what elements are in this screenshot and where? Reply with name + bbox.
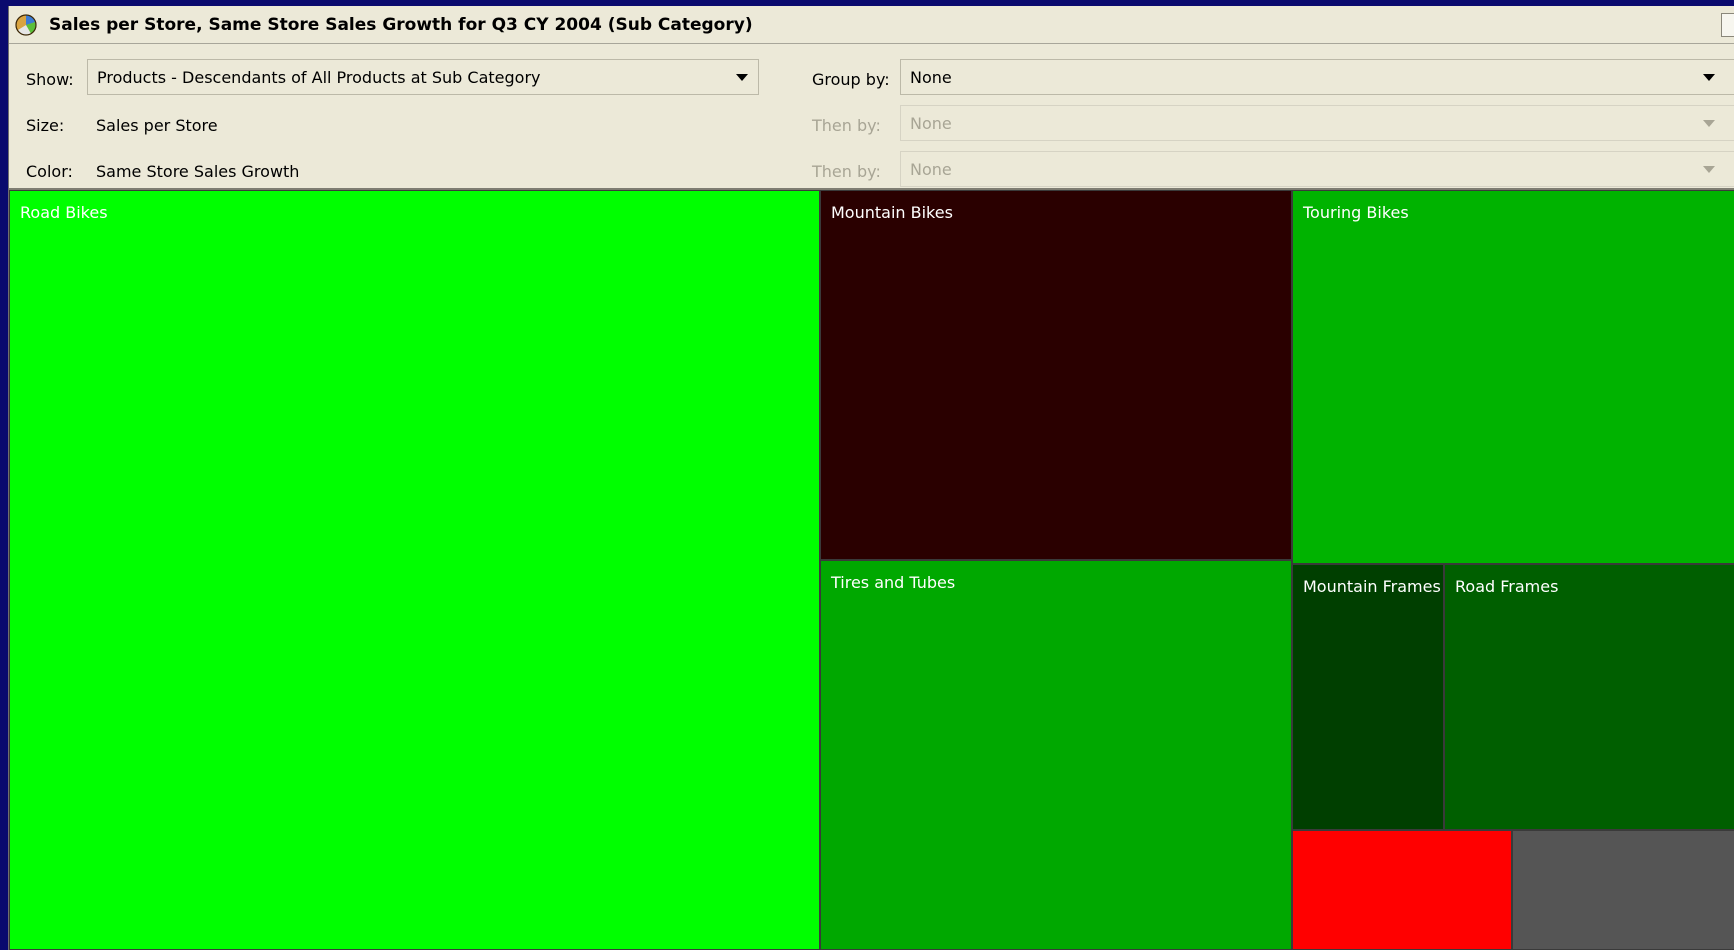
treemap-tile-unlabeled-gray[interactable] (1512, 830, 1734, 950)
then-by-dropdown-2-value: None (910, 160, 952, 179)
then-by-label-1: Then by: (812, 116, 881, 135)
group-by-label: Group by: (812, 70, 890, 89)
tile-label: Mountain Bikes (831, 203, 953, 222)
title-bar-button[interactable] (1721, 13, 1734, 37)
show-dropdown-value: Products - Descendants of All Products a… (97, 68, 541, 87)
then-by-label-2: Then by: (812, 162, 881, 181)
chevron-down-icon (1703, 120, 1715, 127)
show-dropdown[interactable]: Products - Descendants of All Products a… (87, 59, 759, 95)
tile-label: Road Bikes (20, 203, 108, 222)
then-by-dropdown-1-value: None (910, 114, 952, 133)
treemap-tile-touring-bikes[interactable]: Touring Bikes (1292, 190, 1734, 564)
tile-label: Touring Bikes (1303, 203, 1409, 222)
treemap-tile-mountain-frames[interactable]: Mountain Frames (1292, 564, 1444, 830)
tile-label: Road Frames (1455, 577, 1559, 596)
treemap-tile-unlabeled-red[interactable] (1292, 830, 1512, 950)
chevron-down-icon (1703, 74, 1715, 81)
controls-panel: Show: Products - Descendants of All Prod… (9, 44, 1734, 190)
tile-label: Tires and Tubes (831, 573, 956, 592)
treemap-window: Sales per Store, Same Store Sales Growth… (8, 6, 1734, 950)
chevron-down-icon (736, 74, 748, 81)
show-label: Show: (26, 70, 74, 89)
treemap-tile-tires-and-tubes[interactable]: Tires and Tubes (820, 560, 1292, 950)
size-label: Size: (26, 116, 65, 135)
treemap: Road Bikes Mountain Bikes Touring Bikes … (9, 190, 1734, 950)
treemap-tile-road-bikes[interactable]: Road Bikes (9, 190, 820, 950)
treemap-tile-road-frames[interactable]: Road Frames (1444, 564, 1734, 830)
color-label: Color: (26, 162, 73, 181)
group-by-dropdown[interactable]: None (900, 59, 1734, 95)
chevron-down-icon (1703, 166, 1715, 173)
tile-label: Mountain Frames (1303, 577, 1441, 596)
treemap-tile-mountain-bikes[interactable]: Mountain Bikes (820, 190, 1292, 560)
color-value: Same Store Sales Growth (96, 162, 300, 181)
title-bar: Sales per Store, Same Store Sales Growth… (9, 6, 1734, 44)
treemap-chart-icon (15, 14, 37, 36)
window-title: Sales per Store, Same Store Sales Growth… (49, 15, 753, 35)
size-value: Sales per Store (96, 116, 218, 135)
group-by-dropdown-value: None (910, 68, 952, 87)
then-by-dropdown-1[interactable]: None (900, 105, 1734, 141)
then-by-dropdown-2[interactable]: None (900, 151, 1734, 187)
